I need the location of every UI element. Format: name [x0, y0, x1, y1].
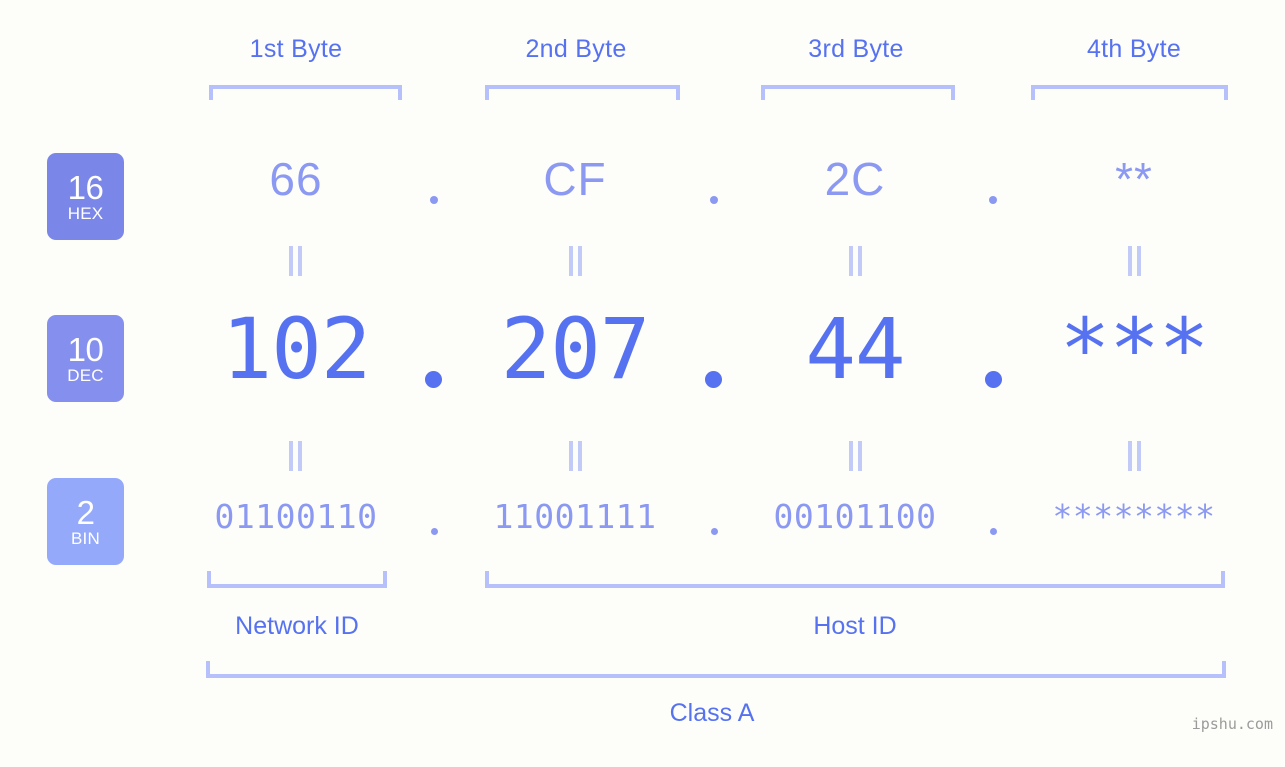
base-number-dec: 10 — [67, 331, 104, 368]
byte-header-4: 4th Byte — [1086, 35, 1182, 63]
class-label: Class A — [669, 699, 755, 727]
equals-mark-hex-dec-3 — [848, 246, 864, 276]
equals-mark-dec-bin-1 — [288, 441, 304, 471]
hex-separator-dot-3 — [989, 196, 997, 204]
byte-header-1: 1st Byte — [249, 35, 343, 63]
base-name-hex: HEX — [67, 204, 104, 223]
byte-bracket-1 — [209, 85, 402, 100]
hex-byte-1: 66 — [269, 153, 323, 205]
hex-byte-3: 2C — [824, 153, 886, 205]
dec-byte-2: 207 — [500, 300, 651, 398]
network-id-bracket — [207, 571, 387, 588]
dec-byte-3: 44 — [805, 300, 905, 398]
ip-address-breakdown-diagram: 1st Byte 2nd Byte 3rd Byte 4th Byte 16 H… — [0, 0, 1285, 767]
host-id-label: Host ID — [813, 612, 897, 640]
byte-bracket-3 — [761, 85, 955, 100]
class-bracket — [206, 661, 1226, 678]
bin-byte-4: ******** — [1052, 497, 1216, 536]
equals-mark-hex-dec-4 — [1127, 246, 1143, 276]
equals-mark-dec-bin-2 — [568, 441, 584, 471]
dec-separator-dot-1 — [425, 371, 442, 388]
byte-bracket-4 — [1031, 85, 1228, 100]
bin-byte-3: 00101100 — [773, 497, 937, 536]
base-badge-bin: 2 BIN — [47, 478, 124, 565]
equals-mark-hex-dec-2 — [568, 246, 584, 276]
dec-separator-dot-2 — [705, 371, 722, 388]
bin-byte-2: 11001111 — [493, 497, 657, 536]
dec-separator-dot-3 — [985, 371, 1002, 388]
base-badge-dec: 10 DEC — [47, 315, 124, 402]
dec-byte-1: 102 — [221, 300, 372, 398]
host-id-bracket — [485, 571, 1225, 588]
bin-separator-dot-1 — [431, 528, 438, 535]
base-name-dec: DEC — [67, 366, 104, 385]
base-name-bin: BIN — [71, 529, 100, 548]
equals-mark-hex-dec-1 — [288, 246, 304, 276]
dec-byte-4: *** — [1059, 300, 1210, 398]
network-id-label: Network ID — [235, 612, 359, 640]
base-number-bin: 2 — [76, 494, 95, 531]
hex-separator-dot-1 — [430, 196, 438, 204]
byte-header-2: 2nd Byte — [525, 35, 627, 63]
bin-byte-1: 01100110 — [214, 497, 378, 536]
equals-mark-dec-bin-3 — [848, 441, 864, 471]
byte-bracket-2 — [485, 85, 680, 100]
site-watermark: ipshu.com — [1191, 715, 1273, 733]
base-number-hex: 16 — [67, 169, 104, 206]
hex-byte-4: ** — [1115, 153, 1153, 205]
bin-separator-dot-2 — [711, 528, 718, 535]
bin-separator-dot-3 — [990, 528, 997, 535]
equals-mark-dec-bin-4 — [1127, 441, 1143, 471]
hex-byte-2: CF — [543, 153, 607, 205]
hex-separator-dot-2 — [710, 196, 718, 204]
base-badge-hex: 16 HEX — [47, 153, 124, 240]
byte-header-3: 3rd Byte — [808, 35, 904, 63]
